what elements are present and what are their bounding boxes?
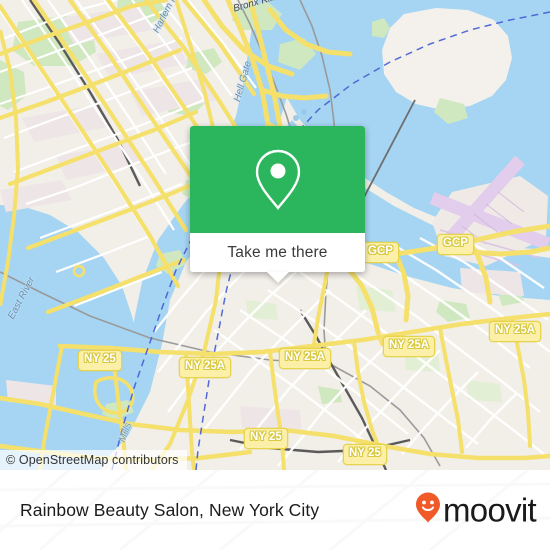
road-shield-gcp: GCP [362,242,399,263]
road-shield-ny25a: NY 25A [279,348,332,369]
footer-bar: Rainbow Beauty Salon, New York City moov… [0,470,550,550]
map-attribution[interactable]: © OpenStreetMap contributors [0,450,187,470]
moovit-logo[interactable]: moovit [415,491,537,529]
road-shield-ny25: NY 25 [244,428,288,449]
road-shield-gcp: GCP [437,234,474,255]
road-shield-ny25a: NY 25A [179,357,232,378]
popup-image-area [190,126,365,233]
location-popup-card[interactable]: Take me there [190,126,365,283]
road-shield-ny25: NY 25 [343,444,387,465]
popup-tail [266,272,289,283]
popup-action-bar[interactable]: Take me there [190,233,365,283]
moovit-wordmark: moovit [443,491,537,529]
page-title: Rainbow Beauty Salon, New York City [20,499,320,520]
road-shield-ny25: NY 25 [78,350,122,371]
moovit-pin-smiley-icon [415,492,441,529]
road-shield-ny25a: NY 25A [489,321,542,342]
take-me-there-label: Take me there [227,243,328,261]
road-shield-ny25a: NY 25A [383,336,436,357]
map-pin-icon [251,147,305,213]
screenshot-root: Harlem River East River Bronx Kill Hell … [0,0,550,550]
